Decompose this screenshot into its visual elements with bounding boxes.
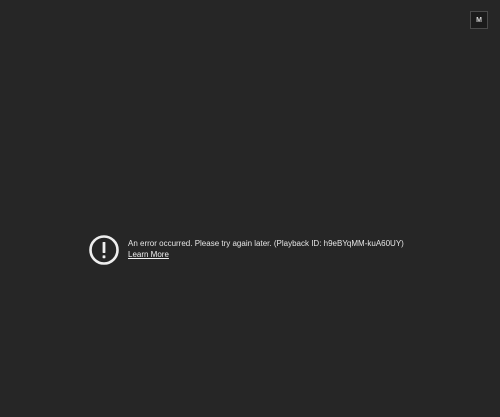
error-text: An error occurred. Please try again late… <box>128 238 404 260</box>
corner-control-button[interactable]: M <box>470 11 488 29</box>
error-message: An error occurred. Please try again late… <box>128 239 404 248</box>
video-player: M An error occurred. Please try again la… <box>0 0 500 417</box>
error-panel: An error occurred. Please try again late… <box>88 234 404 266</box>
exclamation-circle-icon <box>89 235 119 265</box>
corner-button-label: M <box>476 16 482 24</box>
learn-more-link[interactable]: Learn More <box>128 249 169 260</box>
